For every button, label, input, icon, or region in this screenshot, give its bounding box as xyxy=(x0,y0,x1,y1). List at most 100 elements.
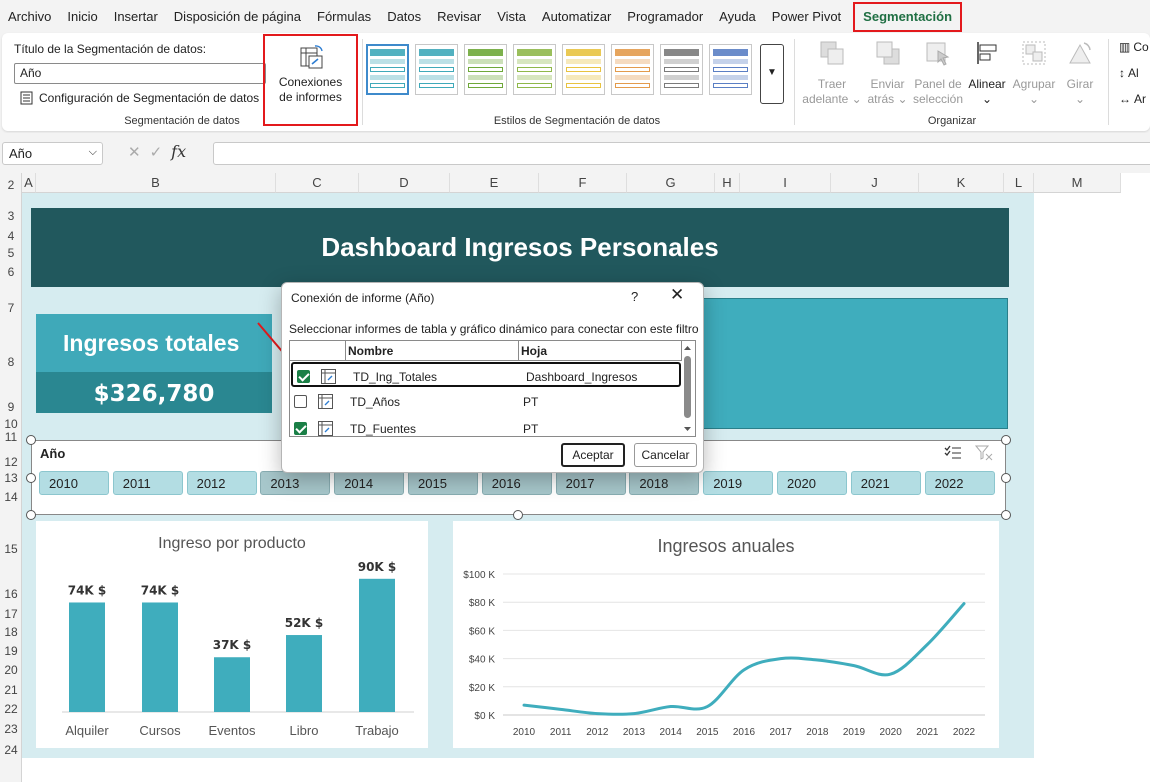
menu-item[interactable]: Revisar xyxy=(429,0,489,33)
column-header[interactable]: D xyxy=(359,173,450,193)
menu-item[interactable]: Fórmulas xyxy=(309,0,379,33)
row-header[interactable]: 16 xyxy=(0,587,22,601)
row-header[interactable]: 14 xyxy=(0,490,22,504)
slicer-year-button[interactable]: 2017 xyxy=(555,471,626,495)
slicer-year-button[interactable]: 2013 xyxy=(260,471,331,495)
gallery-more-button[interactable]: ▼ xyxy=(760,44,784,104)
row-header[interactable]: 9 xyxy=(0,400,22,414)
slicer-settings-button[interactable]: Configuración de Segmentación de datos xyxy=(20,91,259,105)
resize-handle[interactable] xyxy=(26,473,36,483)
name-box[interactable]: Año ⌵ xyxy=(2,142,103,165)
help-button[interactable]: ? xyxy=(631,289,638,304)
report-checkbox[interactable] xyxy=(297,370,310,383)
cancel-icon[interactable]: ✕ xyxy=(128,143,141,161)
report-row[interactable]: TD_Ing_Totales Dashboard_Ingresos xyxy=(291,362,681,387)
slicer-year-button[interactable]: 2021 xyxy=(850,471,921,495)
bring-forward-button[interactable]: Traer adelante ⌄ xyxy=(802,39,862,107)
clear-filter-icon[interactable] xyxy=(975,445,993,461)
column-header[interactable]: I xyxy=(740,173,831,193)
row-header[interactable]: 7 xyxy=(0,301,22,315)
menu-item[interactable]: Automatizar xyxy=(534,0,619,33)
row-header[interactable]: 13 xyxy=(0,471,22,485)
column-header[interactable]: C xyxy=(276,173,359,193)
column-header[interactable]: G xyxy=(627,173,715,193)
menu-item[interactable]: Vista xyxy=(489,0,534,33)
column-header[interactable]: E xyxy=(450,173,539,193)
slicer-year-button[interactable]: 2014 xyxy=(334,471,405,495)
multi-select-icon[interactable] xyxy=(944,445,962,461)
report-checkbox[interactable] xyxy=(294,422,307,435)
resize-handle[interactable] xyxy=(1001,510,1011,520)
column-header[interactable]: K xyxy=(919,173,1004,193)
menu-item[interactable]: Disposición de página xyxy=(166,0,309,33)
slicer-year-button[interactable]: 2015 xyxy=(408,471,478,495)
menu-item[interactable]: Datos xyxy=(379,0,429,33)
row-header[interactable]: 2 xyxy=(0,178,22,192)
slicer-style-swatch[interactable] xyxy=(660,44,703,95)
side-button-3[interactable]: ↔ Ar xyxy=(1119,92,1146,106)
row-header[interactable]: 17 xyxy=(0,607,22,621)
align-button[interactable]: Alinear ⌄ xyxy=(964,39,1010,107)
slicer-year-button[interactable]: 2016 xyxy=(481,471,552,495)
slicer-style-swatch[interactable] xyxy=(513,44,556,95)
column-header[interactable]: A xyxy=(22,173,36,193)
menu-item[interactable]: Inicio xyxy=(59,0,105,33)
slicer-style-swatch[interactable] xyxy=(415,44,458,95)
resize-handle[interactable] xyxy=(1001,473,1011,483)
ok-button[interactable]: Aceptar xyxy=(561,443,625,467)
column-header[interactable]: H xyxy=(715,173,740,193)
row-header[interactable]: 4 xyxy=(0,229,22,243)
column-header[interactable]: L xyxy=(1004,173,1034,193)
group-button[interactable]: Agrupar ⌄ xyxy=(1010,39,1058,107)
side-button-2[interactable]: ↕ Al xyxy=(1119,66,1139,80)
slicer-year-button[interactable]: 2010 xyxy=(39,471,109,495)
menu-item[interactable]: Insertar xyxy=(106,0,166,33)
cancel-button[interactable]: Cancelar xyxy=(634,443,697,467)
row-header[interactable]: 19 xyxy=(0,644,22,658)
column-header[interactable]: B xyxy=(36,173,276,193)
row-header[interactable]: 22 xyxy=(0,702,22,716)
row-header[interactable]: 24 xyxy=(0,743,22,757)
row-header[interactable]: 23 xyxy=(0,722,22,736)
report-connections-button[interactable]: Conexiones de informes xyxy=(263,34,358,126)
slicer-title-input[interactable]: Año xyxy=(14,63,266,84)
resize-handle[interactable] xyxy=(26,435,36,445)
slicer-year-button[interactable]: 2019 xyxy=(703,471,774,495)
row-header[interactable]: 21 xyxy=(0,683,22,697)
column-header[interactable]: J xyxy=(831,173,919,193)
row-header[interactable]: 3 xyxy=(0,209,22,223)
check-icon[interactable]: ✓ xyxy=(150,143,163,161)
slicer-year-button[interactable]: 2022 xyxy=(924,471,995,495)
report-row[interactable]: TD_Años PT xyxy=(290,389,682,414)
row-header[interactable]: 12 xyxy=(0,455,22,469)
slicer-style-swatch[interactable] xyxy=(562,44,605,95)
resize-handle[interactable] xyxy=(513,510,523,520)
row-header[interactable]: 11 xyxy=(0,430,22,444)
column-header[interactable]: M xyxy=(1034,173,1121,193)
send-backward-button[interactable]: Enviar atrás ⌄ xyxy=(860,39,915,107)
row-header[interactable]: 5 xyxy=(0,246,22,260)
row-header[interactable]: 8 xyxy=(0,355,22,369)
side-button-1[interactable]: ▥ Co xyxy=(1119,40,1149,54)
report-checkbox[interactable] xyxy=(294,395,307,408)
rotate-button[interactable]: Girar ⌄ xyxy=(1060,39,1100,107)
insert-function-icon[interactable]: fx xyxy=(171,142,186,161)
slicer-style-swatch[interactable] xyxy=(611,44,654,95)
list-scrollbar[interactable] xyxy=(681,342,694,435)
slicer-style-swatch[interactable] xyxy=(366,44,409,95)
close-icon[interactable]: ✕ xyxy=(670,285,684,305)
row-header[interactable]: 18 xyxy=(0,625,22,639)
slicer-style-swatch[interactable] xyxy=(709,44,752,95)
resize-handle[interactable] xyxy=(26,510,36,520)
row-header[interactable]: 10 xyxy=(0,417,22,431)
formula-input[interactable] xyxy=(213,142,1150,165)
selection-pane-button[interactable]: Panel de selección xyxy=(910,39,966,107)
row-header[interactable]: 15 xyxy=(0,542,22,556)
menu-item[interactable]: Archivo xyxy=(0,0,59,33)
column-header[interactable]: F xyxy=(539,173,627,193)
slicer-year-button[interactable]: 2012 xyxy=(186,471,257,495)
line-chart-card[interactable]: Ingresos anuales $0 K $20 K $40 K $60 K $80 … xyxy=(453,521,999,748)
menu-item[interactable]: Power Pivot xyxy=(764,0,849,33)
resize-handle[interactable] xyxy=(1001,435,1011,445)
slicer-year-button[interactable]: 2011 xyxy=(112,471,183,495)
